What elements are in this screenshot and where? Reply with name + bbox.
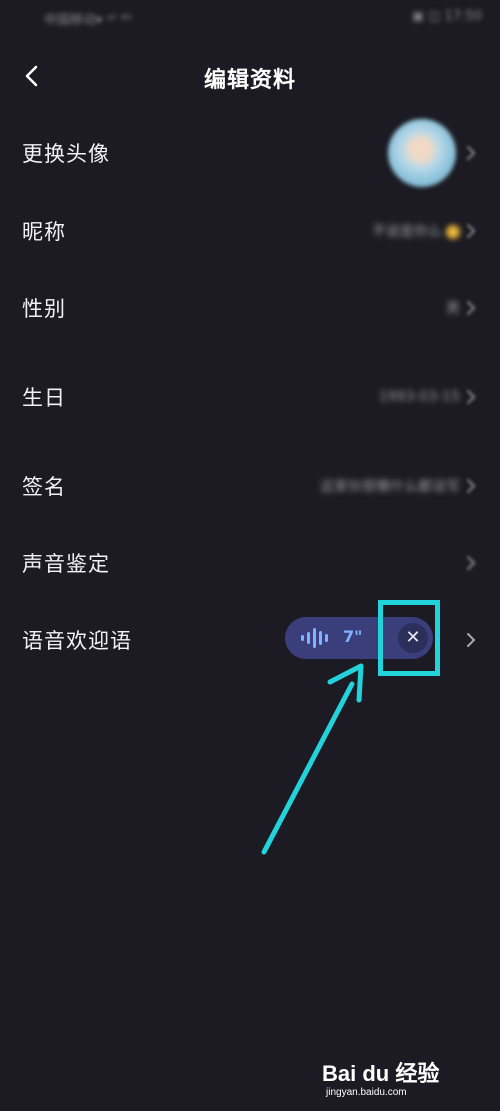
emoji-icon	[446, 225, 460, 239]
row-label: 生日	[22, 386, 66, 410]
chevron-right-icon	[467, 146, 476, 160]
row-label: 声音鉴定	[22, 552, 110, 576]
watermark-url: jingyan.baidu.com	[326, 1087, 407, 1098]
status-clock: ▣ ◫ 17:50	[411, 9, 482, 24]
sound-wave-icon	[301, 628, 328, 648]
chevron-right-icon	[467, 633, 476, 647]
row-label: 性别	[22, 297, 66, 321]
row-signature[interactable]: 签名 这家伙很懒什么都没写	[0, 456, 500, 516]
watermark-logo: Bai du 经验	[322, 1061, 440, 1086]
chevron-right-icon	[467, 556, 476, 570]
chevron-right-icon	[467, 224, 476, 238]
chevron-right-icon	[467, 390, 476, 404]
row-label: 签名	[22, 475, 66, 499]
gender-value: 男	[446, 301, 460, 317]
birthday-value: 1993-03-15	[378, 389, 460, 405]
row-nickname[interactable]: 昵称 不说是你么	[0, 201, 500, 261]
row-voice-appraisal[interactable]: 声音鉴定	[0, 533, 500, 593]
status-bar: 中国移动▾ ᵃˡˡ ⁴ᴳ ▣ ◫ 17:50	[0, 0, 500, 40]
row-label: 语音欢迎语	[22, 629, 132, 653]
avatar	[388, 119, 456, 187]
screen: 中国移动▾ ᵃˡˡ ⁴ᴳ ▣ ◫ 17:50 编辑资料 更换头像 昵称 不说是你…	[0, 0, 500, 1111]
signature-value: 这家伙很懒什么都没写	[320, 479, 460, 495]
voice-duration: 7"	[343, 627, 363, 646]
row-label: 昵称	[22, 220, 66, 244]
row-birthday[interactable]: 生日 1993-03-15	[0, 367, 500, 427]
status-carrier: 中国移动▾ ᵃˡˡ ⁴ᴳ	[44, 13, 132, 28]
page-title: 编辑资料	[203, 68, 296, 93]
row-label: 更换头像	[22, 142, 110, 166]
chevron-right-icon	[467, 479, 476, 493]
baidu-jingyan-watermark: Bai du 经验 jingyan.baidu.com	[322, 1056, 472, 1104]
chevron-right-icon	[467, 301, 476, 315]
row-avatar[interactable]: 更换头像	[0, 119, 500, 187]
highlight-box	[378, 600, 440, 676]
nickname-value: 不说是你么	[372, 221, 460, 241]
header: 编辑资料	[0, 48, 500, 104]
row-gender[interactable]: 性别 男	[0, 278, 500, 338]
nickname-text: 不说是你么	[372, 224, 442, 240]
